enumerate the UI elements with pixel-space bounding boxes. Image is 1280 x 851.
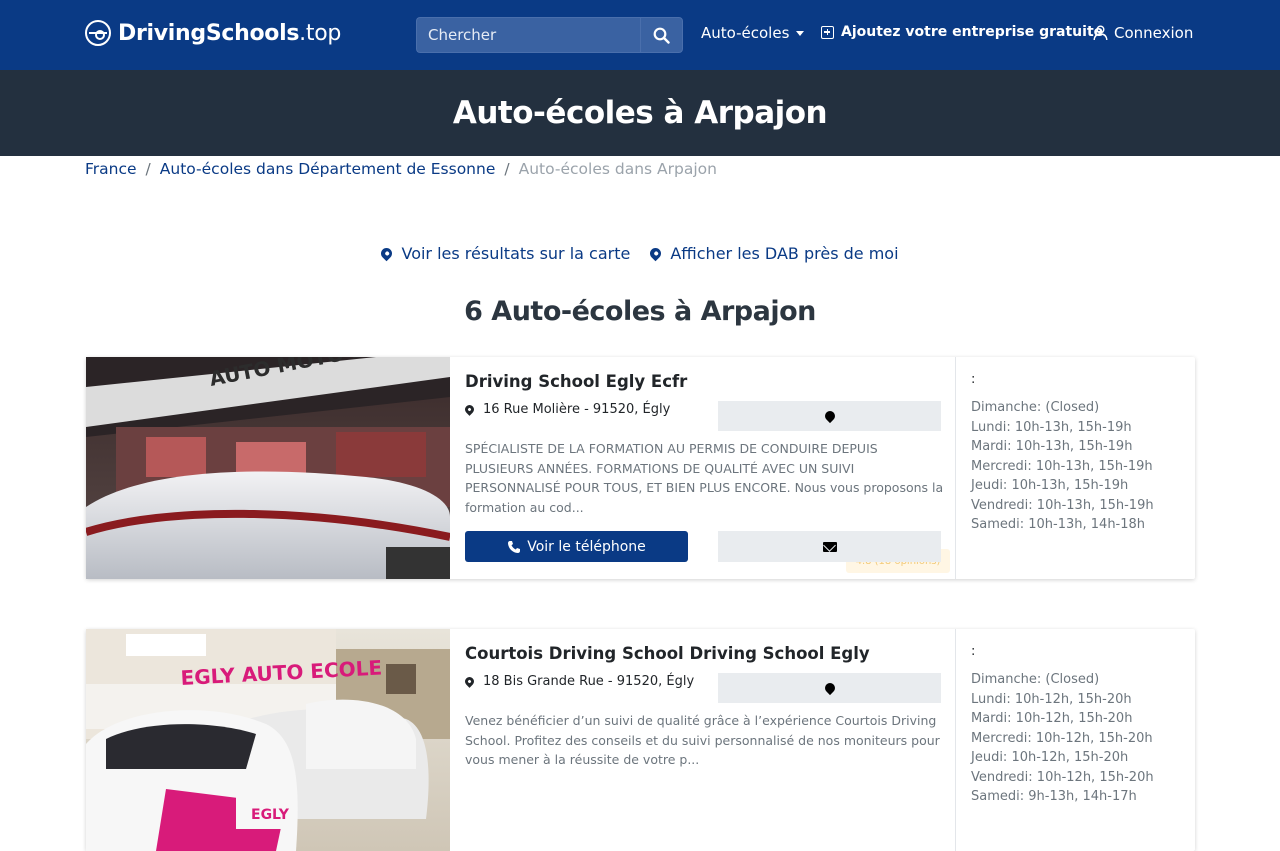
add-business-link[interactable]: Ajoutez votre entreprise gratuite — [821, 24, 1103, 40]
map-pin-icon — [648, 245, 664, 262]
breadcrumb-current: Auto-écoles dans Arpajon — [518, 160, 717, 178]
listing-details: Courtois Driving School Driving School E… — [450, 629, 956, 851]
steering-wheel-icon — [85, 20, 111, 46]
breadcrumb: France / Auto-écoles dans Département de… — [85, 160, 717, 178]
listing-photo[interactable]: EGLY AUTO ECOLE EGLY — [86, 629, 450, 851]
map-pin-icon — [379, 245, 395, 262]
listing-card: EGLY AUTO ECOLE EGLY Courtois Driving Sc… — [86, 629, 1195, 851]
listing-details: Driving School Egly Ecfr 16 Rue Molière … — [450, 357, 956, 579]
breadcrumb-france[interactable]: France — [85, 160, 137, 178]
hours-monday: Lundi: 10h-12h, 15h-20h — [971, 691, 1132, 707]
listing-description: SPÉCIALISTE DE LA FORMATION AU PERMIS DE… — [465, 441, 944, 515]
search-button[interactable] — [640, 17, 683, 53]
send-email-button[interactable] — [718, 531, 941, 562]
login-label: Connexion — [1114, 24, 1194, 42]
phone-icon — [508, 540, 521, 553]
opening-hours: : Dimanche: (Closed) Lundi: 10h-13h, 15h… — [956, 357, 1195, 579]
hours-saturday: Samedi: 10h-13h, 14h-18h — [971, 517, 1146, 532]
listing-address-text: 18 Bis Grande Rue - 91520, Égly — [483, 674, 695, 689]
caret-down-icon — [796, 30, 805, 36]
breadcrumb-separator: / — [504, 160, 510, 178]
hours-header: : — [971, 372, 976, 387]
search-input[interactable] — [416, 17, 640, 53]
listing-name[interactable]: Courtois Driving School Driving School E… — [465, 644, 870, 663]
brand-logo[interactable]: DrivingSchools .top — [85, 20, 341, 46]
atm-near-me-link[interactable]: Afficher les DAB près de moi — [648, 244, 899, 263]
hours-sunday: Dimanche: (Closed) — [971, 400, 1100, 415]
hours-tuesday: Mardi: 10h-12h, 15h-20h — [971, 711, 1133, 726]
search-form — [416, 17, 683, 53]
listing-address: 16 Rue Molière - 91520, Égly — [463, 402, 671, 417]
hours-saturday: Samedi: 9h-13h, 14h-17h — [971, 789, 1137, 804]
show-map-button[interactable] — [718, 673, 941, 703]
show-map-button[interactable] — [718, 401, 941, 431]
listing-photo[interactable]: AUTO MOTO ECOLE — [86, 357, 450, 579]
user-icon — [1093, 25, 1108, 41]
listing-address: 18 Bis Grande Rue - 91520, Égly — [463, 674, 695, 689]
location-pin-icon — [463, 403, 476, 416]
results-title: 6 Auto-écoles à Arpajon — [464, 296, 816, 327]
show-phone-label: Voir le téléphone — [527, 538, 646, 555]
add-business-label: Ajoutez votre entreprise gratuite — [841, 24, 1104, 40]
brand-tld: .top — [299, 20, 342, 46]
hours-sunday: Dimanche: (Closed) — [971, 672, 1100, 687]
auto-ecoles-label: Auto-écoles — [701, 24, 790, 42]
hours-monday: Lundi: 10h-13h, 15h-19h — [971, 419, 1132, 435]
brand-name: DrivingSchools — [118, 20, 300, 46]
hours-tuesday: Mardi: 10h-13h, 15h-19h — [971, 439, 1133, 454]
listing-card: AUTO MOTO ECOLE Driving School Egly Ecfr… — [86, 357, 1195, 579]
login-link[interactable]: Connexion — [1093, 24, 1193, 42]
breadcrumb-separator: / — [145, 160, 151, 178]
hours-wednesday: Mercredi: 10h-12h, 15h-20h — [971, 730, 1153, 746]
hours-thursday: Jeudi: 10h-12h, 15h-20h — [971, 750, 1129, 765]
hours-header: : — [971, 644, 976, 659]
top-navbar: DrivingSchools.top Auto-écoles Ajoutez v… — [0, 0, 1280, 70]
driving-school-storefront-photo: AUTO MOTO ECOLE — [86, 357, 450, 579]
page-header: Auto-écoles à Arpajon — [0, 70, 1280, 156]
driving-school-cars-photo: EGLY AUTO ECOLE EGLY — [86, 629, 450, 851]
view-on-map-label: Voir les résultats sur la carte — [401, 244, 631, 263]
car-decal-text: EGLY — [251, 807, 290, 823]
search-icon — [653, 27, 670, 44]
hours-wednesday: Mercredi: 10h-13h, 15h-19h — [971, 458, 1153, 474]
listing-name[interactable]: Driving School Egly Ecfr — [465, 372, 687, 391]
opening-hours: : Dimanche: (Closed) Lundi: 10h-12h, 15h… — [956, 629, 1195, 851]
hours-friday: Vendredi: 10h-13h, 15h-19h — [971, 497, 1154, 513]
listing-description: Venez bénéficier d’un suivi de qualité g… — [465, 713, 940, 767]
map-marker-icon — [822, 680, 837, 696]
auto-ecoles-dropdown[interactable]: Auto-écoles — [701, 24, 805, 42]
hours-thursday: Jeudi: 10h-13h, 15h-19h — [971, 478, 1129, 493]
show-phone-button[interactable]: Voir le téléphone — [465, 531, 688, 562]
map-links: Voir les résultats sur la carte Afficher… — [0, 244, 1280, 263]
hours-friday: Vendredi: 10h-12h, 15h-20h — [971, 769, 1154, 785]
breadcrumb-essonne[interactable]: Auto-écoles dans Département de Essonne — [160, 160, 496, 178]
plus-square-icon — [821, 25, 834, 39]
atm-near-me-label: Afficher les DAB près de moi — [670, 244, 899, 263]
view-on-map-link[interactable]: Voir les résultats sur la carte — [379, 244, 631, 263]
page-title: Auto-écoles à Arpajon — [452, 95, 828, 131]
location-pin-icon — [463, 675, 476, 688]
listing-address-text: 16 Rue Molière - 91520, Égly — [483, 402, 671, 417]
envelope-icon — [822, 541, 837, 552]
map-marker-icon — [822, 408, 837, 424]
